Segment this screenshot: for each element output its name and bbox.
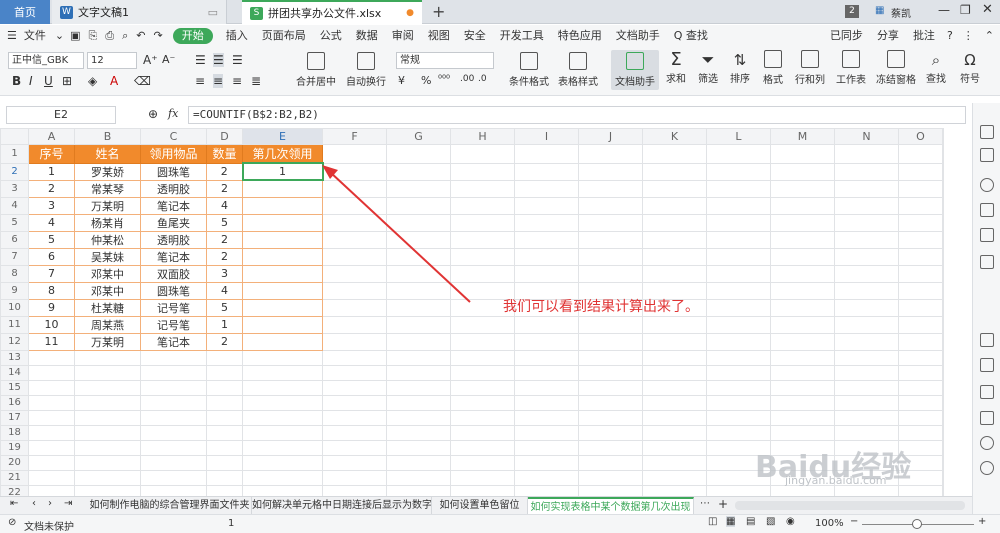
select-icon[interactable] bbox=[980, 125, 994, 139]
page-break-icon[interactable]: ▧ bbox=[766, 516, 775, 527]
watermark-url: jingyan.baidu.com bbox=[785, 474, 887, 487]
zoom-out-icon[interactable]: − bbox=[850, 516, 858, 527]
prev-sheet-icon[interactable]: ‹ bbox=[32, 498, 36, 509]
sheet-tab-bar: ⇤ ‹ › ⇥ 如何制作电脑的综合管理界面文件夹 如何解决单元格中日期连接后显示… bbox=[0, 496, 972, 515]
protect-icon: ⊘ bbox=[8, 517, 17, 528]
chart-icon[interactable] bbox=[980, 255, 994, 269]
shape-icon[interactable] bbox=[980, 148, 994, 162]
reading-view-icon[interactable]: ◉ bbox=[786, 516, 795, 527]
export-pdf-icon[interactable] bbox=[980, 358, 994, 372]
ai-icon[interactable] bbox=[980, 436, 994, 450]
sheet-tab-3[interactable]: 如何设置单色留位 bbox=[432, 497, 528, 515]
layout-icon[interactable] bbox=[980, 228, 994, 242]
annotation-text: 我们可以看到结果计算出来了。 bbox=[503, 299, 699, 315]
properties-icon[interactable] bbox=[980, 203, 994, 217]
next-sheet-icon[interactable]: › bbox=[48, 498, 52, 509]
first-sheet-icon[interactable]: ⇤ bbox=[10, 498, 18, 509]
add-sheet-icon[interactable]: + bbox=[718, 497, 728, 511]
status-bar: ⊘ 文档未保护 1 ◫ ▦ ▤ ▧ ◉ 100% − + bbox=[0, 514, 1000, 533]
right-sidebar bbox=[972, 103, 1000, 515]
cell-count: 1 bbox=[228, 518, 235, 529]
last-sheet-icon[interactable]: ⇥ bbox=[64, 498, 72, 509]
normal-view-icon[interactable]: ▦ bbox=[726, 516, 736, 527]
sheet-tab-active[interactable]: 如何实现表格中某个数据第几次出现 bbox=[528, 497, 694, 515]
sheet-tab-2[interactable]: 如何解决单元格中日期连接后显示为数字 bbox=[252, 497, 432, 515]
sheet-tab-1[interactable]: 如何制作电脑的综合管理界面文件夹 bbox=[88, 497, 252, 515]
slides-icon[interactable] bbox=[980, 385, 994, 399]
eye-protect-icon[interactable]: ◫ bbox=[708, 516, 717, 527]
zoom-in-icon[interactable]: + bbox=[978, 516, 986, 527]
zoom-slider-thumb[interactable] bbox=[912, 519, 922, 529]
scroll-down-icon[interactable] bbox=[980, 461, 994, 475]
protect-status[interactable]: 文档未保护 bbox=[24, 518, 74, 533]
backup-icon[interactable] bbox=[980, 333, 994, 347]
more-sheets-icon[interactable]: ⋯ bbox=[700, 498, 710, 509]
scroll-up-icon[interactable] bbox=[980, 178, 994, 192]
image-icon[interactable] bbox=[980, 411, 994, 425]
zoom-level[interactable]: 100% bbox=[815, 518, 844, 529]
horizontal-scrollbar[interactable] bbox=[735, 501, 965, 510]
page-view-icon[interactable]: ▤ bbox=[746, 516, 755, 527]
